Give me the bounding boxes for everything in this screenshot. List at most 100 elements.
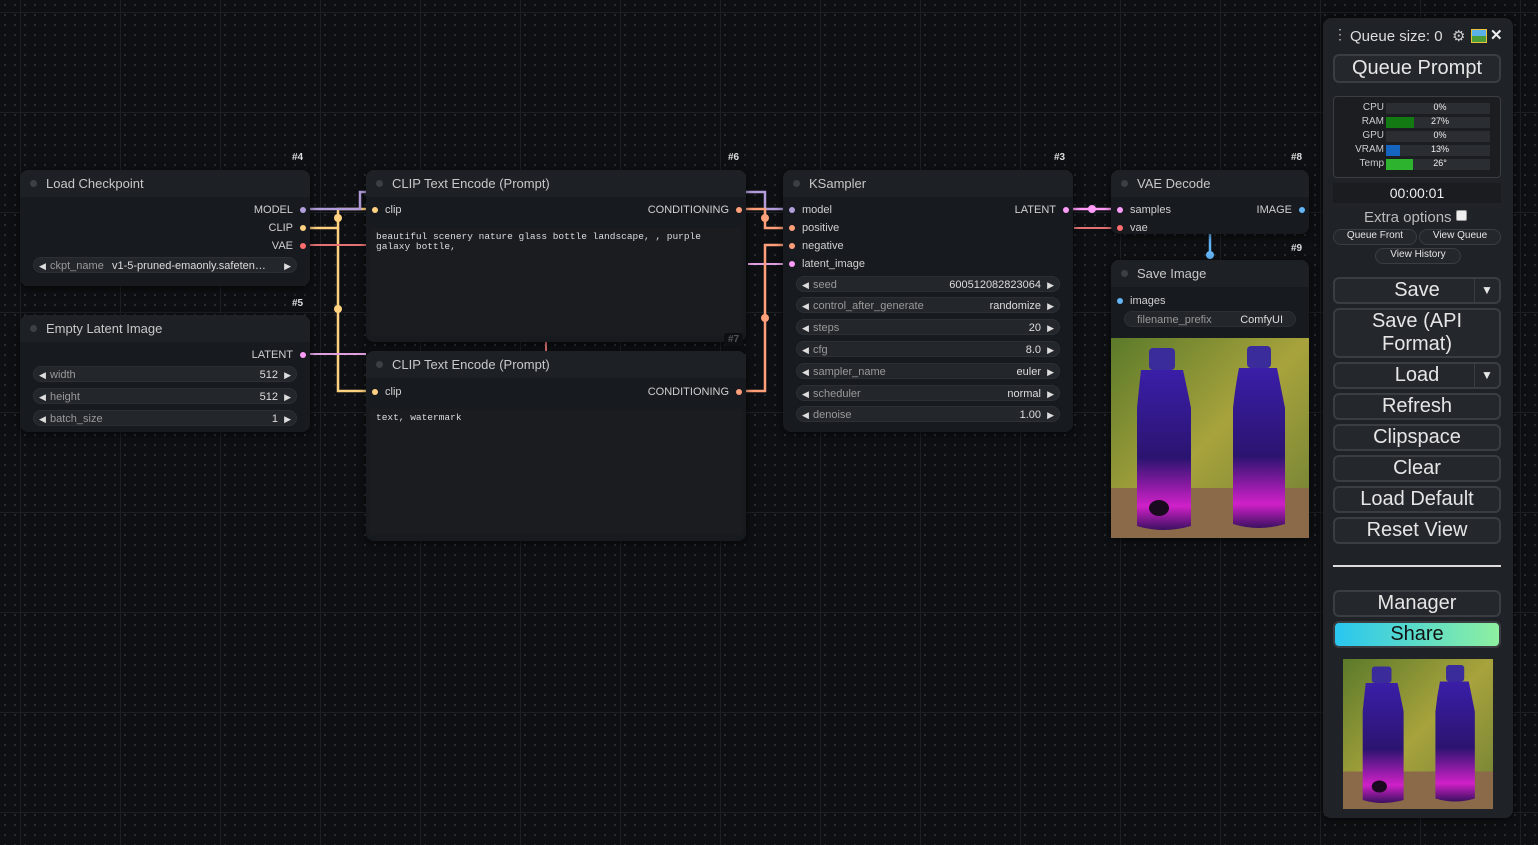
- arrow-right-icon[interactable]: ▶: [284, 367, 291, 383]
- slot-dot-icon[interactable]: [1063, 207, 1069, 213]
- arrow-right-icon[interactable]: ▶: [1047, 386, 1054, 402]
- slot-dot-icon[interactable]: [300, 352, 306, 358]
- input-slot-latent-image[interactable]: latent_image: [785, 257, 865, 271]
- input-slot-clip[interactable]: clip: [368, 203, 402, 217]
- arrow-left-icon[interactable]: ◀: [802, 364, 809, 380]
- extra-options-checkbox[interactable]: [1456, 210, 1467, 221]
- arrow-left-icon[interactable]: ◀: [802, 298, 809, 314]
- input-slot-model[interactable]: model: [785, 203, 832, 217]
- node-title-bar[interactable]: Save Image: [1111, 260, 1309, 287]
- dropdown-arrow-icon[interactable]: ▼: [1474, 364, 1499, 387]
- collapse-dot-icon[interactable]: [376, 361, 383, 368]
- drag-handle-icon[interactable]: ⋮: [1333, 26, 1347, 43]
- arrow-right-icon[interactable]: ▶: [1047, 342, 1054, 358]
- output-slot-conditioning[interactable]: CONDITIONING: [648, 385, 746, 399]
- node-title-bar[interactable]: Empty Latent Image: [20, 315, 310, 342]
- clear-button[interactable]: Clear: [1333, 455, 1501, 482]
- share-button[interactable]: Share: [1333, 621, 1501, 648]
- input-slot-vae[interactable]: vae: [1113, 221, 1148, 235]
- arrow-left-icon[interactable]: ◀: [39, 389, 46, 405]
- sampler-name-widget[interactable]: ◀ sampler_name euler ▶: [796, 363, 1060, 379]
- slot-dot-icon[interactable]: [789, 207, 795, 213]
- seed-widget[interactable]: ◀ seed 600512082823064 ▶: [796, 276, 1060, 292]
- prompt-text-area[interactable]: text, watermark: [370, 409, 742, 535]
- arrow-right-icon[interactable]: ▶: [1047, 298, 1054, 314]
- history-thumbnail-image[interactable]: [1343, 659, 1493, 809]
- control-after-generate-widget[interactable]: ◀ control_after_generate randomize ▶: [796, 297, 1060, 313]
- scheduler-widget[interactable]: ◀ scheduler normal ▶: [796, 385, 1060, 401]
- empty-latent-image-node[interactable]: Empty Latent Image LATENT ◀ width 512 ▶ …: [20, 315, 310, 432]
- ksampler-node[interactable]: KSampler model positive negative latent_…: [783, 170, 1073, 432]
- output-slot-latent[interactable]: LATENT: [252, 348, 310, 362]
- view-queue-button[interactable]: View Queue: [1419, 229, 1501, 245]
- load-default-button[interactable]: Load Default: [1333, 486, 1501, 513]
- slot-dot-icon[interactable]: [372, 207, 378, 213]
- clip-text-encode-positive-node[interactable]: CLIP Text Encode (Prompt) clip CONDITION…: [366, 170, 746, 342]
- slot-dot-icon[interactable]: [736, 207, 742, 213]
- input-slot-negative[interactable]: negative: [785, 239, 844, 253]
- denoise-widget[interactable]: ◀ denoise 1.00 ▶: [796, 406, 1060, 422]
- height-widget[interactable]: ◀ height 512 ▶: [33, 388, 297, 404]
- slot-dot-icon[interactable]: [300, 243, 306, 249]
- batch-size-widget[interactable]: ◀ batch_size 1 ▶: [33, 410, 297, 426]
- slot-dot-icon[interactable]: [300, 225, 306, 231]
- arrow-left-icon[interactable]: ◀: [802, 386, 809, 402]
- slot-dot-icon[interactable]: [736, 389, 742, 395]
- arrow-right-icon[interactable]: ▶: [284, 389, 291, 405]
- collapse-dot-icon[interactable]: [1121, 270, 1128, 277]
- output-slot-conditioning[interactable]: CONDITIONING: [648, 203, 746, 217]
- slot-dot-icon[interactable]: [1117, 298, 1123, 304]
- arrow-right-icon[interactable]: ▶: [1047, 320, 1054, 336]
- output-slot-latent[interactable]: LATENT: [1015, 203, 1073, 217]
- collapse-dot-icon[interactable]: [376, 180, 383, 187]
- arrow-right-icon[interactable]: ▶: [284, 258, 291, 274]
- arrow-left-icon[interactable]: ◀: [802, 407, 809, 423]
- collapse-dot-icon[interactable]: [30, 180, 37, 187]
- arrow-right-icon[interactable]: ▶: [1047, 407, 1054, 423]
- slot-dot-icon[interactable]: [1299, 207, 1305, 213]
- generated-image-preview[interactable]: [1111, 338, 1309, 538]
- arrow-left-icon[interactable]: ◀: [39, 258, 46, 274]
- arrow-right-icon[interactable]: ▶: [284, 411, 291, 427]
- close-icon[interactable]: ✕: [1490, 26, 1503, 44]
- collapse-dot-icon[interactable]: [1121, 180, 1128, 187]
- steps-widget[interactable]: ◀ steps 20 ▶: [796, 319, 1060, 335]
- arrow-left-icon[interactable]: ◀: [39, 367, 46, 383]
- node-title-bar[interactable]: CLIP Text Encode (Prompt): [366, 170, 746, 197]
- filename-prefix-widget[interactable]: filename_prefix ComfyUI: [1124, 311, 1296, 327]
- arrow-right-icon[interactable]: ▶: [1047, 277, 1054, 293]
- output-slot-model[interactable]: MODEL: [254, 203, 310, 217]
- prompt-text-area[interactable]: beautiful scenery nature glass bottle la…: [370, 228, 742, 336]
- output-slot-vae[interactable]: VAE: [272, 239, 310, 253]
- queue-prompt-button[interactable]: Queue Prompt: [1333, 54, 1501, 83]
- node-title-bar[interactable]: VAE Decode: [1111, 170, 1309, 197]
- arrow-right-icon[interactable]: ▶: [1047, 364, 1054, 380]
- collapse-dot-icon[interactable]: [793, 180, 800, 187]
- node-title-bar[interactable]: Load Checkpoint: [20, 170, 310, 197]
- cfg-widget[interactable]: ◀ cfg 8.0 ▶: [796, 341, 1060, 357]
- input-slot-samples[interactable]: samples: [1113, 203, 1171, 217]
- ckpt-name-combo[interactable]: ◀ ckpt_name v1-5-pruned-emaonly.safeten……: [33, 257, 297, 273]
- collapse-dot-icon[interactable]: [30, 325, 37, 332]
- output-slot-image[interactable]: IMAGE: [1257, 203, 1309, 217]
- node-title-bar[interactable]: CLIP Text Encode (Prompt): [366, 351, 746, 378]
- slot-dot-icon[interactable]: [789, 261, 795, 267]
- queue-front-button[interactable]: Queue Front: [1333, 229, 1417, 245]
- arrow-left-icon[interactable]: ◀: [802, 320, 809, 336]
- arrow-left-icon[interactable]: ◀: [39, 411, 46, 427]
- slot-dot-icon[interactable]: [789, 243, 795, 249]
- save-button[interactable]: Save ▼: [1333, 277, 1501, 304]
- input-slot-images[interactable]: images: [1113, 294, 1165, 308]
- reset-view-button[interactable]: Reset View: [1333, 517, 1501, 544]
- clip-text-encode-negative-node[interactable]: CLIP Text Encode (Prompt) clip CONDITION…: [366, 351, 746, 541]
- save-image-node[interactable]: Save Image images filename_prefix ComfyU…: [1111, 260, 1309, 538]
- view-history-button[interactable]: View History: [1375, 248, 1461, 264]
- dropdown-arrow-icon[interactable]: ▼: [1474, 279, 1499, 302]
- slot-dot-icon[interactable]: [372, 389, 378, 395]
- slot-dot-icon[interactable]: [1117, 225, 1123, 231]
- load-checkpoint-node[interactable]: Load Checkpoint MODEL CLIP VAE ◀ ckpt_na…: [20, 170, 310, 286]
- gear-icon[interactable]: ⚙: [1452, 27, 1465, 45]
- arrow-left-icon[interactable]: ◀: [802, 342, 809, 358]
- image-icon[interactable]: [1471, 29, 1487, 43]
- node-title-bar[interactable]: KSampler: [783, 170, 1073, 197]
